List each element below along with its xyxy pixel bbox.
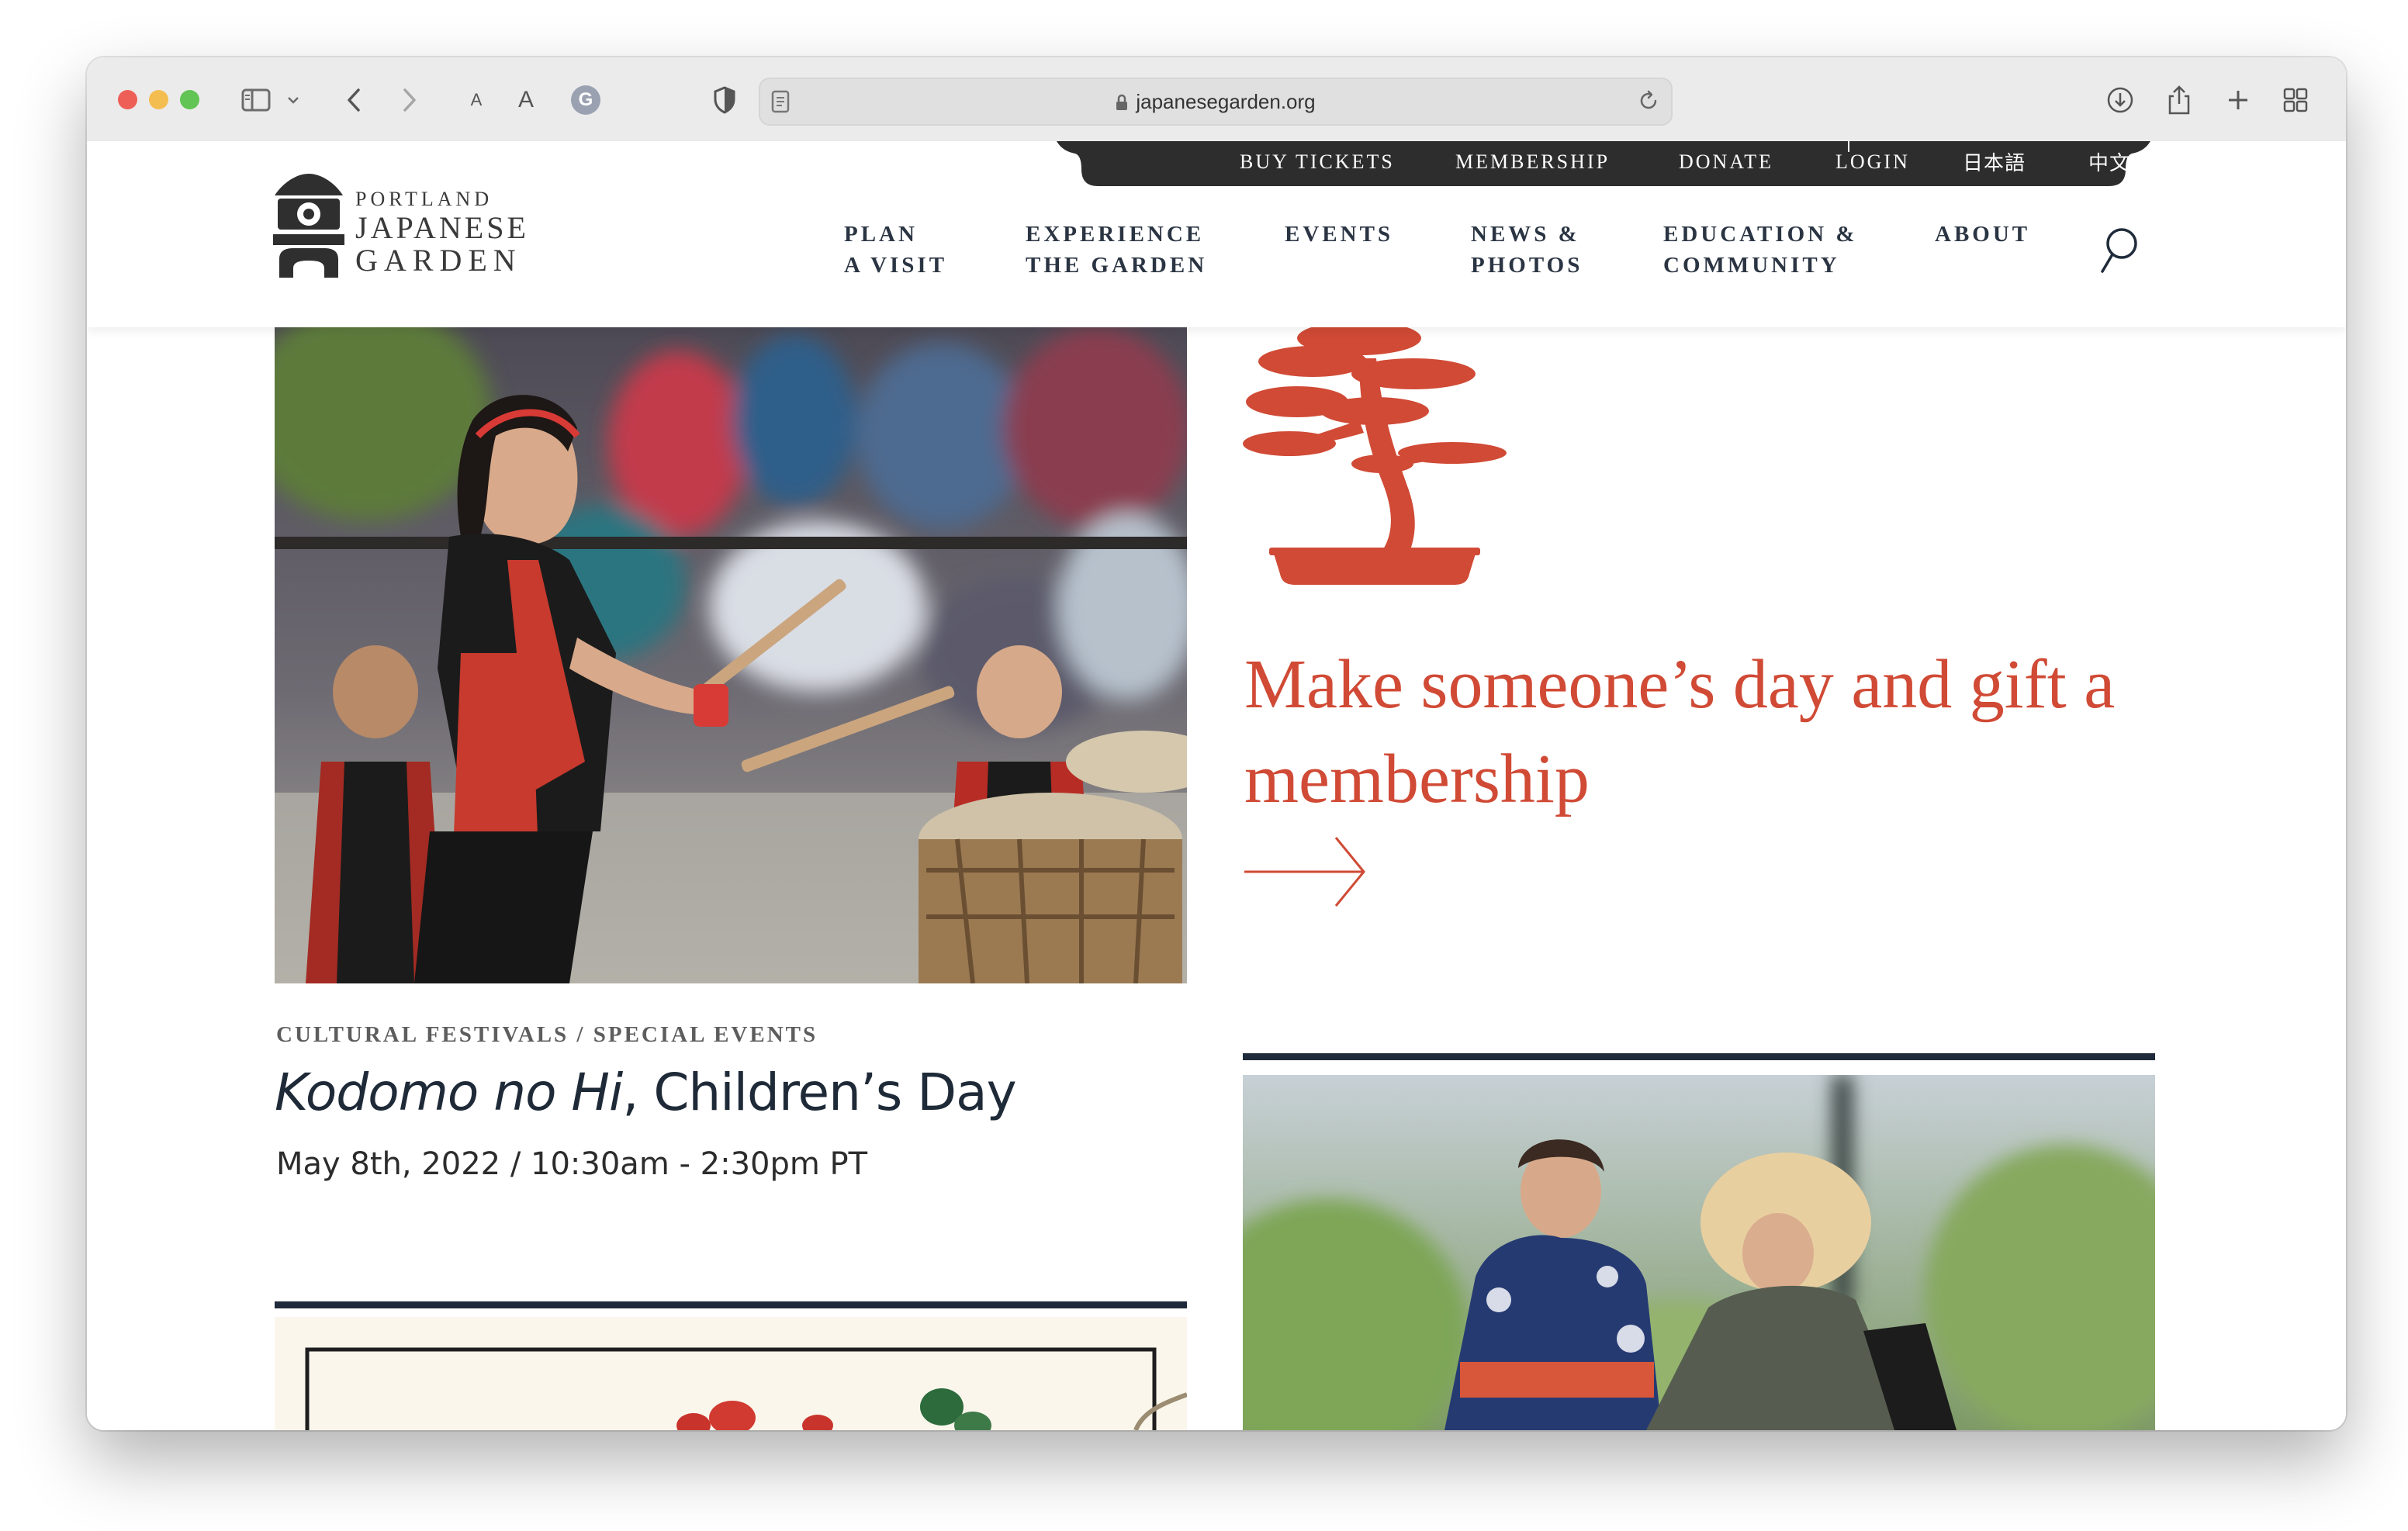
nav-events-line1: EVENTS [1285,222,1394,247]
lock-icon [1116,92,1128,116]
bonsai-illustration [1243,327,1514,591]
event-photo-taiko-drummers[interactable] [275,327,1187,983]
back-icon[interactable] [338,81,369,119]
nav-news-line1: NEWS & [1471,222,1580,247]
membership-promo-headline[interactable]: Make someone’s day and gift a membership [1244,638,2175,827]
reload-icon[interactable] [1637,89,1660,116]
tea-ceremony-photo-illustration [1243,1075,2155,1430]
logo-line-3: GARDEN [355,243,522,278]
nav-education-line2: COMMUNITY [1663,253,1840,278]
nav-plan-line1: PLAN [844,222,918,247]
nav-events[interactable]: EVENTS [1285,219,1393,250]
event-title-rest: , Children’s Day [622,1063,1016,1122]
nav-experience-line2: THE GARDEN [1026,253,1208,278]
search-icon[interactable] [2096,223,2143,278]
nav-education-community[interactable]: EDUCATION & COMMUNITY [1663,219,1858,281]
nav-about-line1: ABOUT [1935,222,2031,247]
nav-news-photos[interactable]: NEWS & PHOTOS [1471,219,1583,281]
site-logo[interactable]: PORTLAND JAPANESE GARDEN [273,172,537,281]
section-divider-left [275,1301,1187,1308]
forward-icon[interactable] [394,81,425,119]
language-japanese-link[interactable]: 日本語 [1963,147,2026,176]
utility-nav: BUY TICKETS MEMBERSHIP DONATE LOGIN 日本語 … [1057,141,2150,188]
new-tab-icon[interactable] [2219,81,2258,119]
language-chinese-link[interactable]: 中文 [2088,147,2130,176]
lantern-logo-icon [273,174,344,278]
tab-overview-icon[interactable] [2276,81,2315,119]
nav-plan-line2: A VISIT [844,253,948,278]
nav-plan-a-visit[interactable]: PLAN A VISIT [844,219,947,281]
event-photo-tea-ceremony[interactable] [1243,1075,2155,1430]
event-date: May 8th, 2022 / 10:30am - 2:30pm PT [276,1146,868,1182]
text-size-small-icon[interactable]: A [461,81,492,119]
event-title-italic: Kodomo no Hi [275,1063,623,1122]
logo-line-1: PORTLAND [355,188,493,210]
url-text: japanesegarden.org [1136,90,1316,113]
browser-window: A A G japanesegarden.org BUY TICKETS MEM… [87,57,2346,1430]
login-link[interactable]: LOGIN [1835,150,1910,174]
grammarly-icon[interactable]: G [566,81,605,119]
buy-tickets-link[interactable]: BUY TICKETS [1240,150,1395,174]
zoom-window-button[interactable] [180,90,199,109]
flower-print-illustration [305,1347,1187,1430]
site-header: BUY TICKETS MEMBERSHIP DONATE LOGIN 日本語 … [87,141,2346,327]
grammarly-letter: G [571,85,600,115]
minimize-window-button[interactable] [149,90,168,109]
url-display[interactable]: japanesegarden.org [760,90,1671,116]
logo-line-2: JAPANESE [355,210,529,245]
event-category[interactable]: CULTURAL FESTIVALS / SPECIAL EVENTS [276,1022,818,1048]
taiko-photo-illustration [275,327,1187,983]
arrow-right-icon[interactable] [1243,833,1375,911]
membership-link[interactable]: MEMBERSHIP [1455,150,1610,174]
sidebar-icon[interactable] [239,81,273,119]
page-content: CULTURAL FESTIVALS / SPECIAL EVENTS Kodo… [87,327,2346,1430]
address-bar[interactable]: japanesegarden.org [759,78,1673,126]
browser-toolbar: A A G japanesegarden.org [87,57,2346,143]
close-window-button[interactable] [118,90,137,109]
text-size-large-icon[interactable]: A [510,81,541,119]
download-icon[interactable] [2101,81,2140,119]
share-icon[interactable] [2160,81,2199,119]
nav-experience-line1: EXPERIENCE [1026,222,1205,247]
nav-news-line2: PHOTOS [1471,253,1583,278]
event-photo-flower-print[interactable] [275,1317,1187,1430]
shield-icon[interactable] [708,81,742,119]
donate-link[interactable]: DONATE [1679,150,1773,174]
nav-about[interactable]: ABOUT [1935,219,2030,250]
section-divider-right [1243,1053,2155,1060]
chevron-down-icon[interactable] [284,81,303,119]
event-title[interactable]: Kodomo no Hi, Children’s Day [275,1063,1017,1122]
nav-experience-the-garden[interactable]: EXPERIENCE THE GARDEN [1026,219,1207,281]
nav-education-line1: EDUCATION & [1663,222,1858,247]
